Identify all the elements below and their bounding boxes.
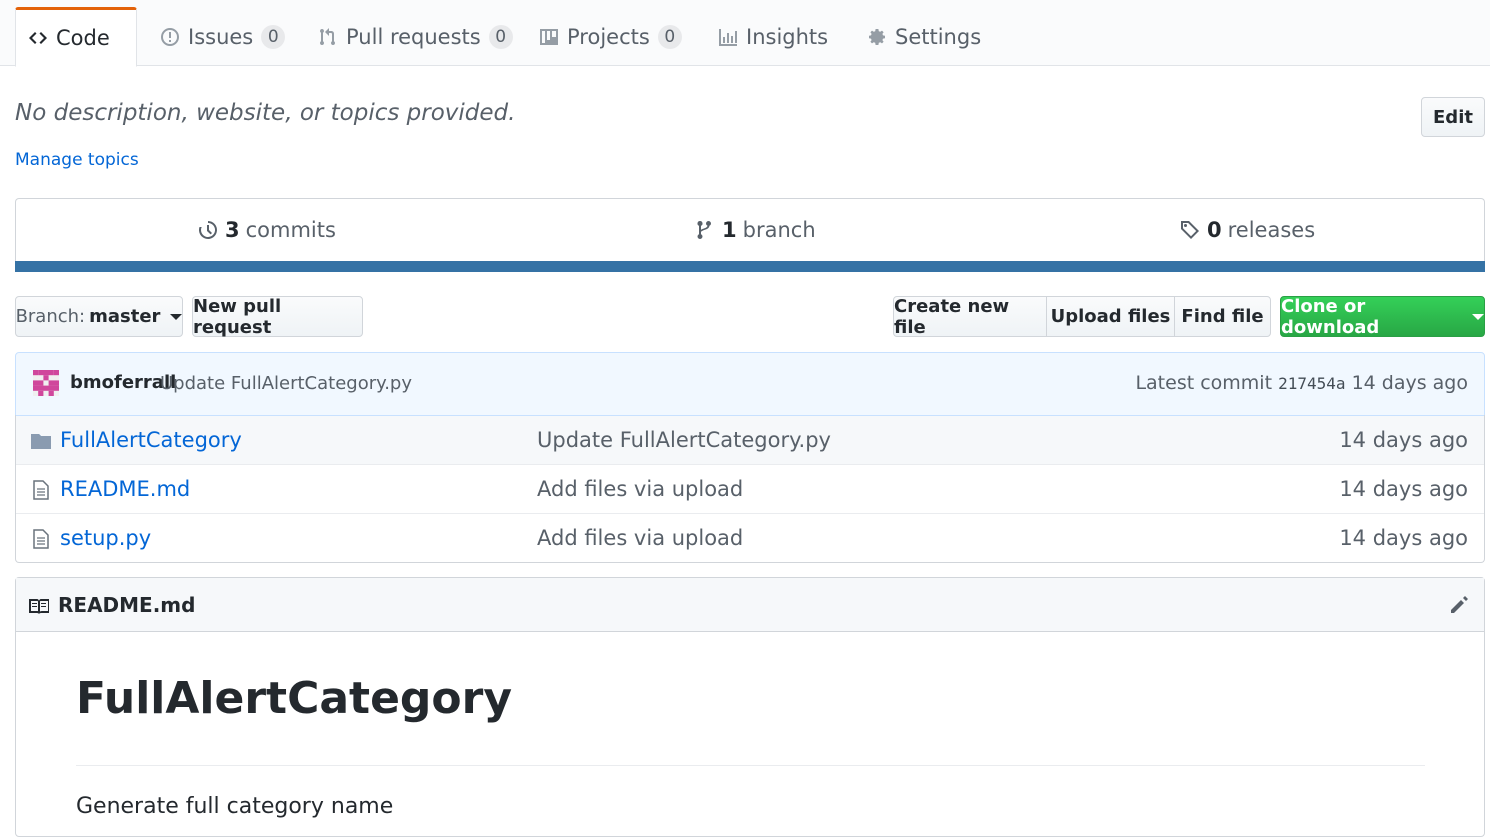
latest-commit-bar: bmoferrall Update FullAlertCategory.py L… <box>15 352 1485 416</box>
clone-or-download-label: Clone or download <box>1281 295 1380 338</box>
readme-header: README.md <box>16 578 1484 632</box>
file-commit-message[interactable]: Add files via upload <box>537 526 743 550</box>
file-row: setup.py Add files via upload 14 days ag… <box>16 513 1484 562</box>
branch-icon <box>697 220 711 239</box>
commits-count: 3 <box>225 218 240 242</box>
new-pull-request-button[interactable]: New pull request <box>192 296 363 338</box>
file-row: README.md Add files via upload 14 days a… <box>16 464 1484 513</box>
file-age: 14 days ago <box>1339 428 1468 452</box>
branch-label: branch <box>742 218 816 242</box>
gear-icon <box>869 28 885 45</box>
issues-counter: 0 <box>261 24 286 49</box>
edit-description-button[interactable]: Edit <box>1421 97 1485 137</box>
commits-label: commits <box>245 218 336 242</box>
project-icon <box>540 28 558 45</box>
pull-request-icon <box>320 27 335 45</box>
clone-or-download-button[interactable]: Clone or download <box>1280 295 1485 338</box>
manage-topics-link[interactable]: Manage topics <box>15 150 139 170</box>
tab-pull-requests[interactable]: Pull requests 0 <box>306 7 525 66</box>
file-name[interactable]: README.md <box>60 477 190 501</box>
branch-select-button[interactable]: Branch: master <box>15 296 183 337</box>
file-list: FullAlertCategory Update FullAlertCatego… <box>15 415 1485 563</box>
file-commit-message[interactable]: Update FullAlertCategory.py <box>537 428 831 452</box>
tab-projects-label: Projects <box>567 24 650 49</box>
code-icon <box>29 32 47 44</box>
releases-count: 0 <box>1207 218 1222 242</box>
file-row: FullAlertCategory Update FullAlertCatego… <box>16 415 1484 464</box>
readme-divider <box>76 765 1425 766</box>
tab-code[interactable]: Code <box>15 7 137 67</box>
tab-issues-label: Issues <box>188 24 254 49</box>
readme-filename: README.md <box>58 593 196 617</box>
tab-insights-label: Insights <box>746 24 829 49</box>
folder-icon <box>31 434 51 449</box>
tab-insights[interactable]: Insights <box>706 7 840 66</box>
file-icon <box>33 529 49 549</box>
file-icon <box>33 480 49 500</box>
file-age: 14 days ago <box>1339 526 1468 550</box>
avatar[interactable] <box>33 370 59 396</box>
tab-projects[interactable]: Projects 0 <box>527 7 694 66</box>
repo-nav-tabs: Code Issues 0 Pull requests 0 Projects 0… <box>0 0 1490 67</box>
releases-label: releases <box>1227 218 1316 242</box>
latest-commit-label: Latest commit <box>1135 372 1273 394</box>
issue-icon <box>161 27 179 46</box>
branch-prefix: Branch: <box>15 306 86 327</box>
readme-box: README.md FullAlertCategory Generate ful… <box>15 577 1485 837</box>
releases-link[interactable]: 0 releases <box>1179 218 1315 242</box>
branch-name: master <box>89 306 161 327</box>
graph-icon <box>719 28 737 46</box>
tab-pull-requests-label: Pull requests <box>346 24 481 49</box>
commit-sha[interactable]: 217454a <box>1278 374 1345 393</box>
branches-link[interactable]: 1 branch <box>694 218 816 242</box>
projects-counter: 0 <box>657 24 682 49</box>
commit-age: 14 days ago <box>1351 372 1468 394</box>
readme-text: Generate full category name <box>76 794 394 819</box>
tab-settings[interactable]: Settings <box>855 7 993 66</box>
readme-heading: FullAlertCategory <box>76 673 513 724</box>
file-age: 14 days ago <box>1339 477 1468 501</box>
tab-settings-label: Settings <box>895 24 982 49</box>
create-new-file-button[interactable]: Create new file <box>893 296 1047 338</box>
pull-requests-counter: 0 <box>488 24 513 49</box>
branch-count: 1 <box>722 218 737 242</box>
caret-down-icon <box>170 313 183 320</box>
tag-icon <box>1181 221 1199 239</box>
tab-code-label: Code <box>56 26 110 50</box>
book-icon <box>29 599 49 614</box>
file-name[interactable]: setup.py <box>60 526 151 550</box>
tab-issues[interactable]: Issues 0 <box>148 7 297 66</box>
history-icon <box>198 221 217 239</box>
commits-link[interactable]: 3 commits <box>197 218 336 242</box>
language-bar <box>15 261 1485 272</box>
commit-message[interactable]: Update FullAlertCategory.py <box>160 373 412 394</box>
file-name[interactable]: FullAlertCategory <box>60 428 242 452</box>
file-commit-message[interactable]: Add files via upload <box>537 477 743 501</box>
caret-down-icon <box>1472 313 1484 320</box>
latest-commit-info: Latest commit 217454a 14 days ago <box>1135 372 1468 394</box>
upload-files-button[interactable]: Upload files <box>1046 296 1175 337</box>
repo-description: No description, website, or topics provi… <box>15 100 516 126</box>
find-file-button[interactable]: Find file <box>1174 296 1271 337</box>
pencil-icon[interactable] <box>1448 594 1470 616</box>
